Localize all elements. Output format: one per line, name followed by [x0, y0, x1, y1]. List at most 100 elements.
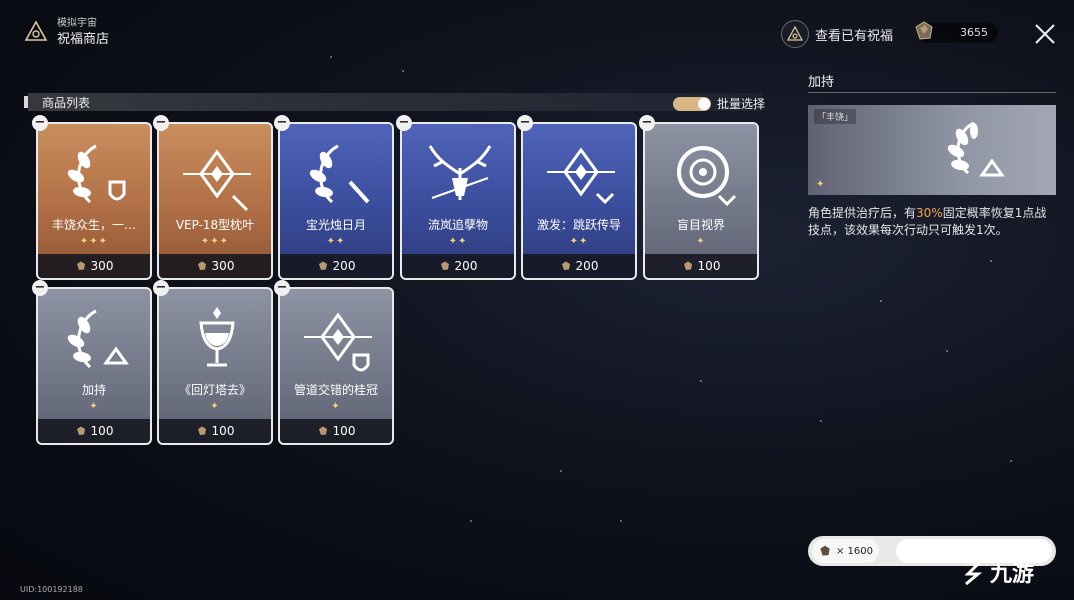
price-value: 300: [211, 259, 235, 273]
detail-title: 加持: [808, 75, 835, 90]
blessing-name: 丰饶众生，一…: [51, 218, 136, 232]
cosmic-fragment-icon: [561, 261, 570, 270]
cosmic-fragment-icon: [318, 261, 327, 270]
watermark-text: 九游: [990, 562, 1035, 587]
remove-item-button[interactable]: −: [274, 115, 290, 131]
diamond-sword-icon: [183, 149, 251, 212]
blessing-name: 宝光烛日月: [305, 218, 366, 232]
rarity-stars: ✦: [89, 401, 99, 412]
cosmic-fragment-icon: [76, 426, 85, 435]
batch-select-toggle[interactable]: 批量选择: [673, 95, 765, 112]
blessing-name: 盲目视界: [676, 218, 725, 232]
blessing-card[interactable]: 激发：跳跃传导 ✦✦ 200: [521, 122, 637, 280]
desc-part-1: 角色提供治疗后，有: [808, 206, 917, 220]
price-value: 100: [332, 424, 356, 438]
cosmic-fragment-value: 3655: [960, 26, 988, 39]
blessing-name: 管道交错的桂冠: [293, 383, 378, 397]
item-list-label: 商品列表: [42, 96, 91, 110]
diamond-chevron-icon: [547, 147, 615, 205]
cosmic-fragment-icon: [915, 21, 933, 40]
remove-item-button[interactable]: −: [517, 115, 533, 131]
price-bar: 100: [159, 419, 271, 443]
blessing-card[interactable]: 丰饶众生，一… ✦✦✦ 300: [36, 122, 152, 280]
remove-item-button[interactable]: −: [396, 115, 412, 131]
header-accent-bar: [24, 96, 28, 108]
player-uid: UID:100192188: [20, 585, 83, 594]
desc-highlight: 30%: [916, 206, 943, 220]
breadcrumb: 模拟宇宙 祝福商店: [57, 17, 109, 49]
cosmic-fragment-balance: 3655: [915, 21, 998, 43]
blessing-card[interactable]: 《回灯塔去》 ✦ 100: [157, 287, 273, 445]
watermark: 九游: [958, 556, 1034, 588]
path-tag: 「丰饶」: [814, 109, 857, 124]
blessing-card[interactable]: VEP-18型枕叶 ✦✦✦ 300: [157, 122, 273, 280]
detail-preview: 「丰饶」 ✦: [808, 105, 1056, 195]
diamond-shield-icon: [304, 312, 372, 372]
wheat-arrow-icon: [67, 309, 129, 369]
cosmic-fragment-icon: [197, 261, 206, 270]
cosmic-fragment-icon: [197, 426, 206, 435]
remove-item-button[interactable]: −: [274, 280, 290, 296]
price-value: 100: [697, 259, 721, 273]
rarity-stars: ✦✦✦: [79, 236, 109, 247]
price-value: 100: [90, 424, 114, 438]
price-value: 200: [332, 259, 356, 273]
blessing-name: 《回灯塔去》: [178, 383, 251, 397]
detail-rarity-stars: ✦: [816, 179, 825, 190]
cosmic-fragment-icon: [820, 545, 830, 556]
remove-item-button[interactable]: −: [153, 115, 169, 131]
rarity-stars: ✦✦✦: [200, 236, 230, 247]
blessing-card[interactable]: 流岚追孽物 ✦✦ 200: [400, 122, 516, 280]
price-bar: 100: [645, 254, 757, 278]
blessing-name: 激发：跳跃传导: [536, 218, 621, 232]
blessing-card[interactable]: 管道交错的桂冠 ✦ 100: [278, 287, 394, 445]
price-value: 300: [90, 259, 114, 273]
price-bar: 100: [280, 419, 392, 443]
remove-item-button[interactable]: −: [639, 115, 655, 131]
blessing-card[interactable]: 盲目视界 ✦ 100: [643, 122, 759, 280]
rarity-stars: ✦✦: [326, 236, 346, 247]
wheat-sword-icon: [309, 144, 370, 204]
price-bar: 200: [280, 254, 392, 278]
blessing-name: 流岚追孽物: [427, 218, 488, 232]
chalice-icon: [199, 307, 235, 367]
cosmic-fragment-icon: [318, 426, 327, 435]
remove-item-button[interactable]: −: [32, 280, 48, 296]
rarity-stars: ✦: [331, 401, 341, 412]
price-value: 200: [575, 259, 599, 273]
cosmic-fragment-icon: [683, 261, 692, 270]
blessing-name: VEP-18型枕叶: [175, 218, 255, 232]
cosmic-fragment-icon: [76, 261, 85, 270]
purchase-cost-value: × 1600: [836, 545, 874, 557]
antler-icon: [428, 145, 492, 200]
detail-description: 角色提供治疗后，有30%固定概率恢复1点战技点，该效果每次行动只可触发1次。: [808, 205, 1056, 239]
detail-divider: [808, 92, 1056, 93]
view-owned-blessings-button[interactable]: 查看已有祝福: [781, 20, 893, 48]
price-bar: 100: [38, 419, 150, 443]
blessing-name: 加持: [81, 383, 106, 397]
rarity-stars: ✦: [696, 236, 706, 247]
toggle-knob: [698, 97, 710, 110]
page-title: 祝福商店: [57, 32, 110, 47]
cosmic-fragment-icon: [440, 261, 449, 270]
breadcrumb-parent: 模拟宇宙: [57, 18, 97, 29]
batch-select-label: 批量选择: [717, 97, 766, 111]
price-bar: 300: [159, 254, 271, 278]
remove-item-button[interactable]: −: [153, 280, 169, 296]
wheat-arrow-icon: [947, 121, 1005, 177]
simulated-universe-logo-icon: [24, 20, 48, 41]
price-value: 200: [454, 259, 478, 273]
rarity-stars: ✦✦: [569, 236, 589, 247]
eye-chevron-icon: [677, 146, 737, 207]
price-bar: 200: [402, 254, 514, 278]
toggle-switch[interactable]: [673, 96, 711, 111]
blessing-card[interactable]: 加持 ✦ 100: [36, 287, 152, 445]
remove-item-button[interactable]: −: [32, 115, 48, 131]
blessing-emblem-icon: [781, 20, 809, 48]
view-owned-blessings-label: 查看已有祝福: [815, 28, 894, 44]
blessing-card[interactable]: 宝光烛日月 ✦✦ 200: [278, 122, 394, 280]
rarity-stars: ✦: [210, 401, 220, 412]
rarity-stars: ✦✦: [448, 236, 468, 247]
close-icon[interactable]: [1033, 22, 1057, 46]
watermark-logo-icon: [964, 560, 984, 586]
